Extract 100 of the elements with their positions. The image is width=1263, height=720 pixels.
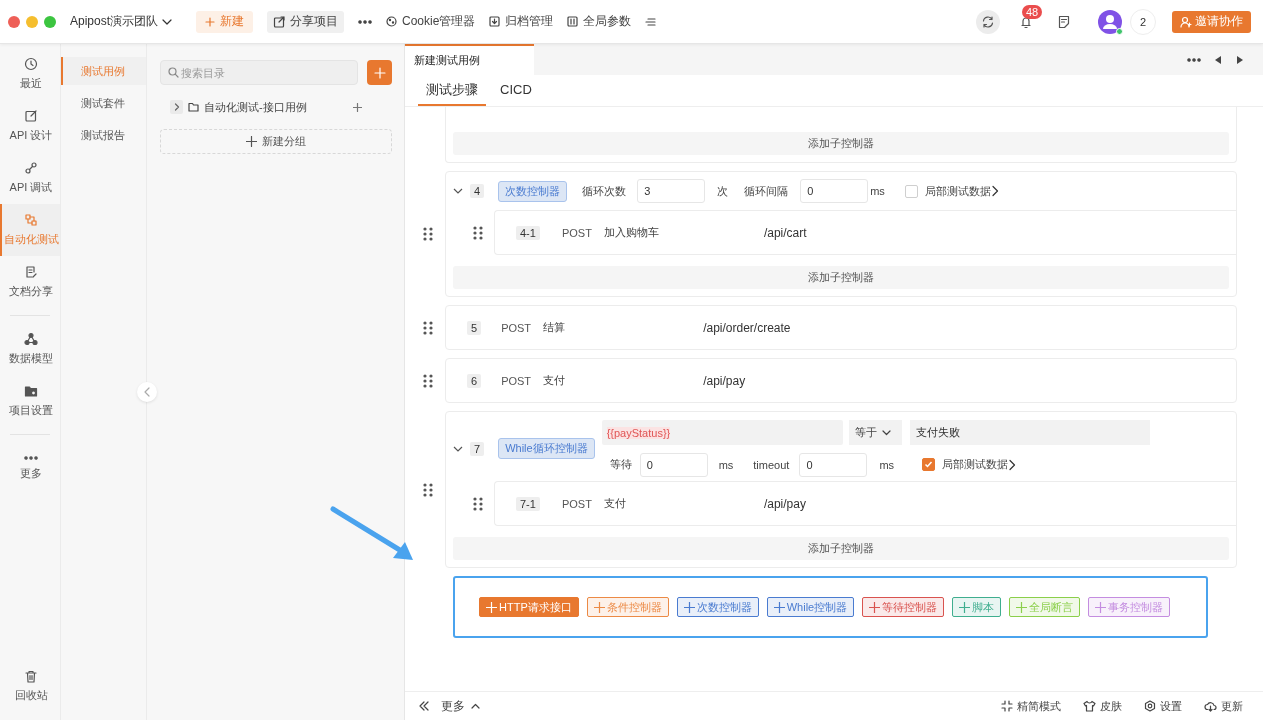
status-button[interactable]: 精简模式 bbox=[1001, 698, 1061, 714]
cloud-download-icon bbox=[1204, 700, 1217, 712]
status-button[interactable]: 更新 bbox=[1204, 698, 1243, 714]
controller-tag: 次数控制器 bbox=[498, 180, 568, 202]
step-name: 支付 bbox=[603, 496, 627, 511]
chevron-down-icon bbox=[881, 429, 891, 436]
nav-item[interactable]: API 调试 bbox=[0, 152, 60, 204]
step-name: 加入购物车 bbox=[603, 225, 660, 240]
step-number: 4-1 bbox=[516, 225, 540, 240]
plus-icon bbox=[593, 601, 605, 613]
expand-toggle[interactable] bbox=[170, 100, 183, 114]
global-params-button[interactable]: 全局参数 bbox=[567, 10, 632, 33]
plus-icon bbox=[486, 601, 497, 613]
new-group-button[interactable]: 新建分组 bbox=[160, 129, 392, 154]
user-avatar[interactable] bbox=[1098, 9, 1122, 34]
caret-up-icon bbox=[471, 703, 480, 709]
checkbox-label: 局部测试数据 bbox=[924, 183, 991, 199]
operator-dropdown[interactable]: 等于 bbox=[848, 420, 902, 445]
document-icon bbox=[24, 265, 38, 279]
sub-tab[interactable]: CICD bbox=[492, 75, 540, 106]
plus-icon bbox=[959, 601, 971, 613]
share-button[interactable]: 分享项目 bbox=[267, 10, 345, 33]
unit-label: ms bbox=[870, 185, 885, 197]
value-field[interactable]: 支付失败 bbox=[909, 420, 1150, 445]
note-icon bbox=[1058, 14, 1070, 29]
chevron-right-icon bbox=[172, 103, 181, 111]
nav-item[interactable]: 数据模型 bbox=[0, 323, 60, 375]
chevron-left-icon bbox=[144, 387, 150, 397]
clock-icon bbox=[24, 57, 38, 71]
http-method: POST bbox=[501, 374, 533, 387]
drag-handle-icon[interactable] bbox=[422, 372, 433, 389]
shirt-icon bbox=[1083, 700, 1096, 712]
dots-icon bbox=[1187, 56, 1201, 63]
request-row[interactable]: 5 POST 结算 /api/order/create bbox=[445, 305, 1237, 350]
sync-button[interactable] bbox=[976, 9, 1000, 34]
submenu-item[interactable]: 测试报告 bbox=[61, 121, 146, 149]
settings-icon bbox=[1144, 700, 1156, 712]
add-controller-button[interactable]: 等待控制器 bbox=[862, 597, 945, 617]
trash-nav-item[interactable]: 回收站 bbox=[0, 660, 60, 712]
status-button[interactable]: 设置 bbox=[1144, 698, 1182, 714]
status-button[interactable]: 皮肤 bbox=[1083, 698, 1122, 714]
nav-item[interactable]: API 设计 bbox=[0, 100, 60, 152]
compress-icon bbox=[1001, 700, 1013, 712]
wait-field[interactable]: 0 bbox=[639, 452, 708, 477]
request-row[interactable]: 7-1 POST 支付 /api/pay bbox=[494, 481, 1236, 526]
share-icon bbox=[273, 15, 286, 28]
api-path: /api/pay bbox=[703, 373, 746, 388]
user-add-icon bbox=[1180, 15, 1192, 28]
http-method: POST bbox=[561, 497, 593, 510]
add-child-controller-button[interactable]: 添加子控制器 bbox=[453, 266, 1229, 289]
nav-item[interactable]: 更多 bbox=[0, 442, 60, 494]
cookie-manager-button[interactable]: Cookie管理器 bbox=[386, 10, 476, 33]
search-icon bbox=[168, 67, 179, 78]
checkbox[interactable] bbox=[922, 458, 936, 471]
step-name: 结算 bbox=[543, 320, 567, 335]
count-field[interactable]: 3 bbox=[637, 179, 706, 203]
nav-item[interactable]: 项目设置 bbox=[0, 375, 60, 427]
step-number: 4 bbox=[470, 184, 485, 198]
edit-icon bbox=[24, 109, 38, 123]
step-number: 6 bbox=[467, 373, 482, 388]
archive-button[interactable]: 归档管理 bbox=[489, 10, 554, 33]
add-controller-button[interactable]: While控制器 bbox=[766, 597, 855, 617]
add-child-controller-button[interactable]: 添加子控制器 bbox=[453, 132, 1229, 155]
dots-icon bbox=[24, 455, 38, 461]
add-controller-button[interactable]: 次数控制器 bbox=[676, 597, 759, 617]
more-toggle[interactable]: 更多 bbox=[419, 697, 480, 715]
sync-icon bbox=[981, 14, 995, 29]
folder-gear-icon bbox=[24, 384, 38, 398]
field-label: 循环间隔 bbox=[744, 183, 789, 199]
timeout-field[interactable]: 0 bbox=[799, 452, 868, 477]
add-child-controller-button[interactable]: 添加子控制器 bbox=[453, 537, 1229, 560]
plus-icon bbox=[869, 601, 881, 613]
nav-item[interactable]: 最近 bbox=[0, 48, 60, 100]
http-method: POST bbox=[561, 226, 593, 239]
request-row[interactable]: 4-1 POST 加入购物车 /api/cart bbox=[494, 210, 1236, 255]
plus-icon bbox=[205, 16, 216, 27]
plus-icon bbox=[773, 601, 785, 613]
tree-item-label[interactable]: 自动化测试-接口用例 bbox=[204, 99, 307, 115]
checkbox[interactable] bbox=[904, 184, 918, 198]
editor-tab[interactable]: 新建测试用例 bbox=[405, 44, 534, 75]
request-row[interactable]: 6 POST 支付 /api/pay bbox=[445, 358, 1237, 403]
sliders-icon bbox=[567, 16, 579, 27]
drag-handle-icon[interactable] bbox=[422, 226, 433, 242]
nav-item[interactable]: 文档分享 bbox=[0, 256, 60, 308]
notification-badge: 48 bbox=[1022, 4, 1043, 19]
checkmark-icon bbox=[924, 460, 934, 469]
plus-icon bbox=[353, 102, 362, 112]
interval-field[interactable]: 0 bbox=[800, 179, 869, 203]
chevron-right-icon bbox=[990, 185, 999, 197]
submenu-item[interactable]: 测试套件 bbox=[61, 89, 146, 117]
search-field[interactable]: 搜索目录 bbox=[160, 60, 358, 85]
link-icon bbox=[24, 161, 38, 175]
drag-handle-icon[interactable] bbox=[473, 224, 483, 241]
dots-icon bbox=[358, 18, 373, 25]
drag-handle-icon[interactable] bbox=[422, 319, 433, 336]
close-button[interactable] bbox=[8, 15, 20, 28]
team-selector[interactable]: Apipost演示团队 bbox=[70, 13, 173, 30]
drag-handle-icon[interactable] bbox=[473, 495, 483, 512]
drag-handle-icon[interactable] bbox=[422, 481, 433, 498]
field-label: 等待 bbox=[609, 457, 632, 472]
